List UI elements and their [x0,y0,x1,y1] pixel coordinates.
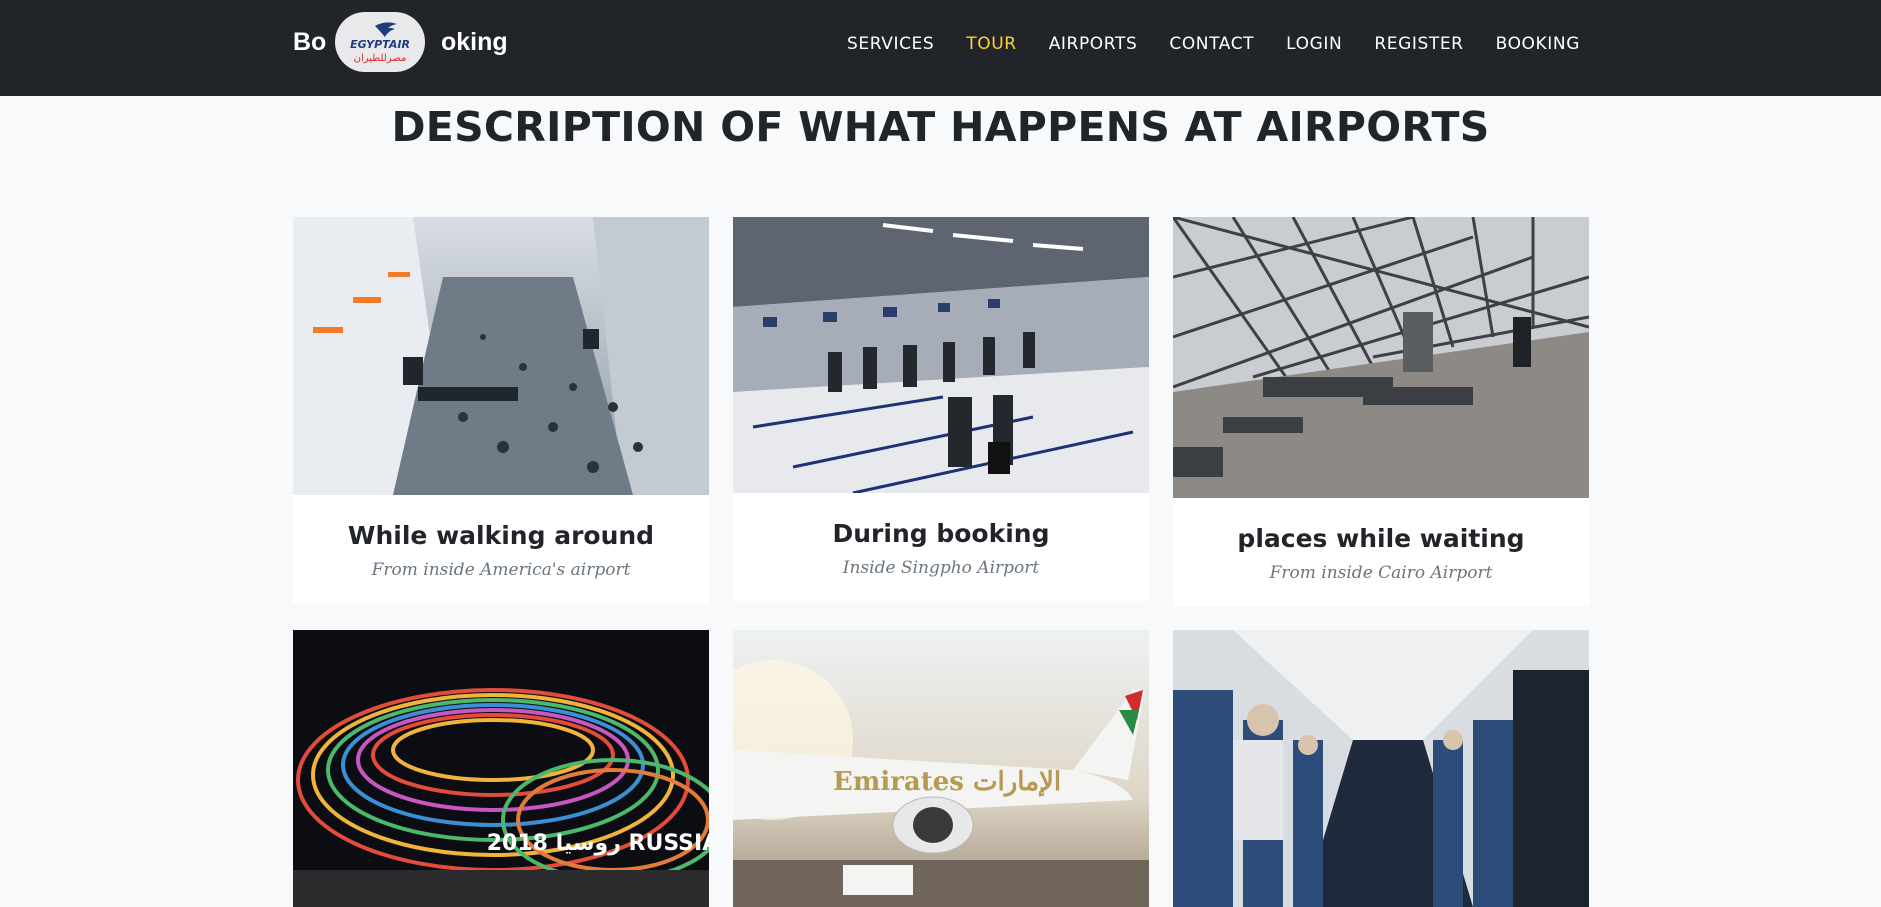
card-subtitle: From inside America's airport [371,560,631,580]
card-subtitle: Inside Singpho Airport [842,558,1040,578]
portfolio-card[interactable]: During booking Inside Singpho Airport [733,217,1149,601]
nav-link-register[interactable]: REGISTER [1374,34,1463,54]
nav-link-airports[interactable]: AIRPORTS [1049,34,1138,54]
page-heading: DESCRIPTION OF WHAT HAPPENS AT AIRPORTS [391,103,1490,151]
nav-link-login[interactable]: LOGIN [1286,34,1342,54]
airplane-cabin-aisle-photo [1173,630,1589,907]
nav-links: SERVICES TOUR AIRPORTS CONTACT LOGIN REG… [815,34,1580,54]
nav-link-tour[interactable]: TOUR [966,34,1016,54]
svg-text:مصرللطيران: مصرللطيران [354,53,407,64]
emirates-airplane-photo: Emirates الإمارات [733,630,1149,907]
colorful-stadium-night-photo: روسيا 2018 RUSSIA [293,630,709,907]
check-in-counter-queue-photo [733,217,1149,493]
portfolio-card[interactable]: While walking around From inside America… [293,217,709,603]
portfolio-card[interactable]: places while waiting From inside Cairo A… [1173,217,1589,606]
card-title: During booking [832,519,1050,548]
svg-text:Emirates الإمارات: Emirates الإمارات [833,767,1061,797]
svg-text:EGYPTAIR: EGYPTAIR [350,38,410,51]
card-title: places while waiting [1237,524,1525,553]
waiting-lounge-seats-photo [1173,217,1589,498]
top-navbar: Bo EGYPTAIR مصرللطيران oking SERVICES TO… [0,0,1881,96]
airport-terminal-walkway-photo [293,217,709,495]
egyptair-logo: EGYPTAIR مصرللطيران [335,12,425,72]
portfolio-card[interactable]: روسيا 2018 RUSSIA [293,630,709,907]
nav-link-services[interactable]: SERVICES [847,34,934,54]
portfolio-card[interactable] [1173,630,1589,907]
card-caption: While walking around From inside America… [293,495,709,603]
card-subtitle: From inside Cairo Airport [1269,563,1493,583]
card-caption: places while waiting From inside Cairo A… [1173,498,1589,606]
brand-text-prefix: Bo [293,28,327,56]
portfolio-card[interactable]: Emirates الإمارات [733,630,1149,907]
card-caption: During booking Inside Singpho Airport [733,493,1149,601]
nav-link-contact[interactable]: CONTACT [1169,34,1254,54]
nav-link-booking[interactable]: BOOKING [1496,34,1580,54]
brand-text-suffix: oking [441,28,508,56]
svg-text:روسيا 2018 RUSSIA: روسيا 2018 RUSSIA [487,831,709,856]
card-title: While walking around [347,521,655,550]
